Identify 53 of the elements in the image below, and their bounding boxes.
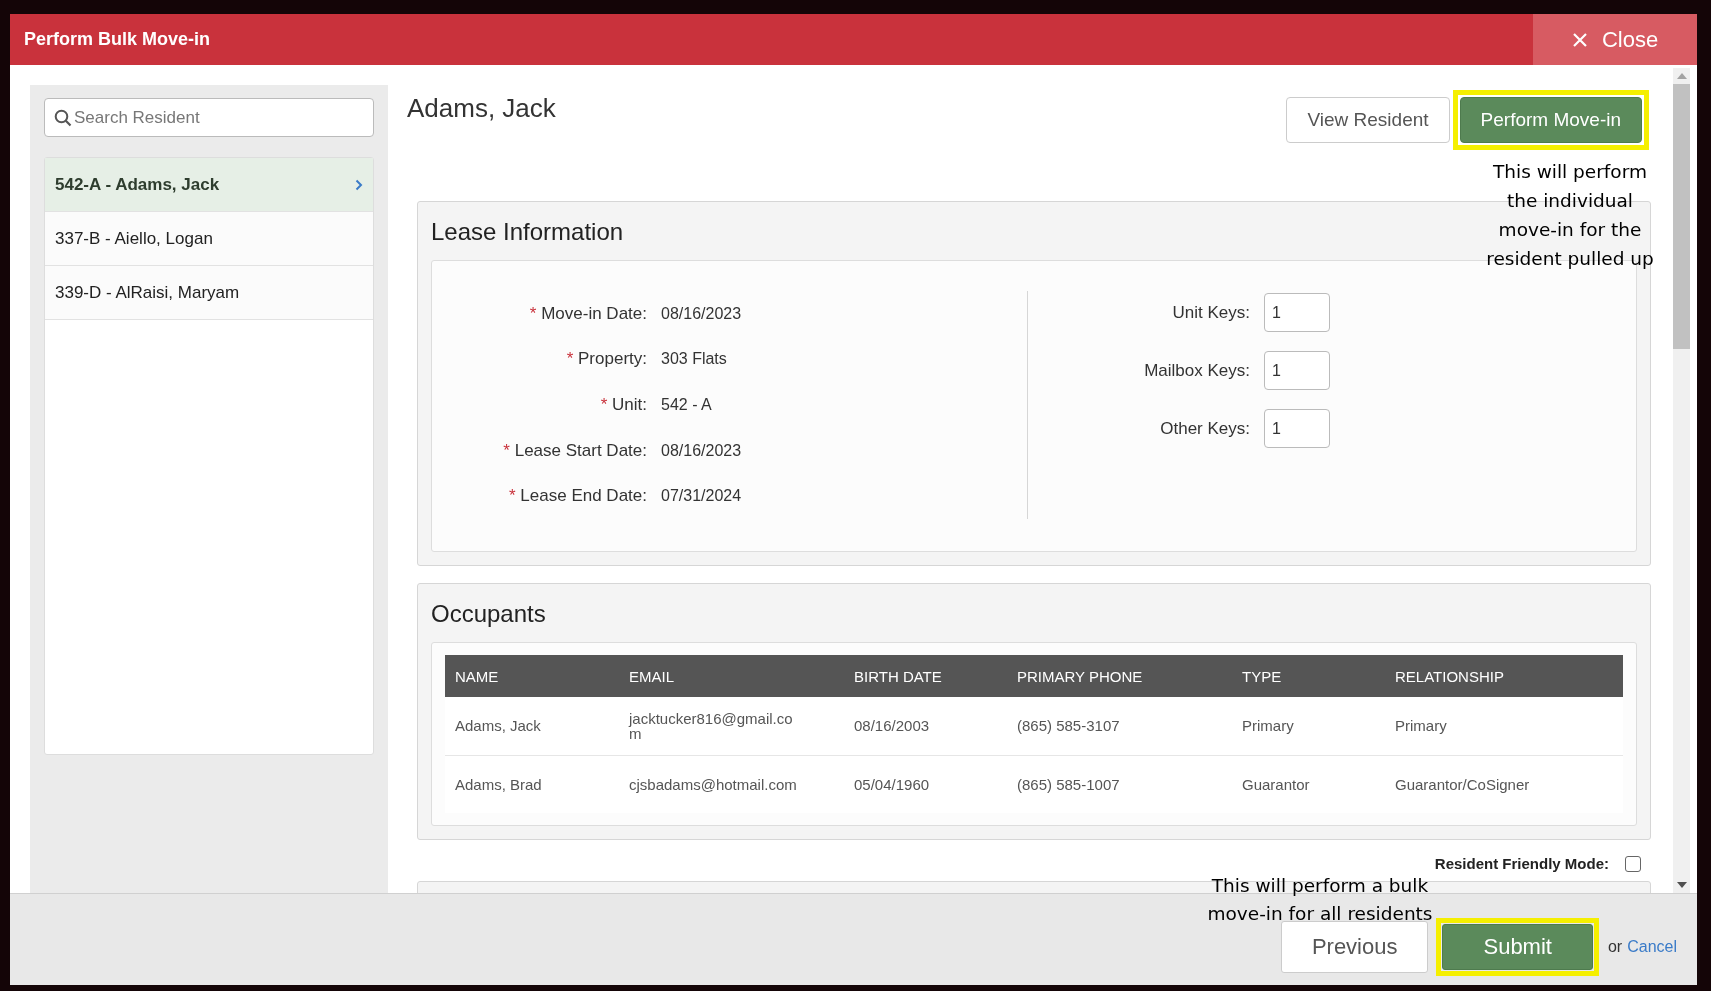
- panel-title: Lease Information: [431, 218, 624, 246]
- field-label: Unit Keys:: [1171, 302, 1250, 323]
- field-label: * Move-in Date:: [528, 303, 647, 324]
- action-button[interactable]: Perform Move-in: [1459, 97, 1642, 143]
- checkbox-label: Resident Friendly Mode:: [1434, 855, 1609, 872]
- field-label: * Lease Start Date:: [502, 440, 647, 461]
- scrollbar[interactable]: [1673, 68, 1690, 893]
- column-header: PRIMARY PHONE: [1007, 655, 1232, 697]
- action-button[interactable]: View Resident: [1286, 97, 1450, 143]
- or-text: or: [1607, 937, 1623, 956]
- footer-button[interactable]: Submit: [1442, 923, 1593, 970]
- modal-title: Perform Bulk Move-in: [24, 29, 211, 50]
- column-header: NAME: [445, 655, 619, 697]
- input-field[interactable]: 1: [1264, 351, 1330, 390]
- footer-button[interactable]: Previous: [1280, 920, 1429, 973]
- scroll-up-icon[interactable]: [1676, 73, 1687, 79]
- resident-item[interactable]: 339-D - AlRaisi, Maryam: [45, 266, 373, 320]
- column-header: EMAIL: [619, 655, 844, 697]
- column-header: BIRTH DATE: [844, 655, 1007, 697]
- scroll-thumb[interactable]: [1673, 84, 1690, 349]
- table-cell: Adams, Jack: [445, 697, 619, 755]
- checkbox[interactable]: [1625, 855, 1641, 872]
- field-label: Other Keys:: [1159, 418, 1250, 439]
- field-value: 07/31/2024: [661, 487, 742, 506]
- field-value: 08/16/2023: [661, 304, 742, 323]
- close-icon: [1571, 31, 1588, 48]
- chevron-icon: [355, 178, 363, 191]
- annotation-note: This will perform the individual move-in for the resident pulled up: [1485, 160, 1655, 271]
- table-cell: jacktucker816@gmail.com: [619, 697, 844, 755]
- search-icon: [54, 109, 72, 127]
- resident-item[interactable]: 337-B - Aiello, Logan: [45, 212, 373, 266]
- field-label: Mailbox Keys:: [1143, 360, 1250, 381]
- panel-title: Occupants: [431, 600, 546, 628]
- table-cell: Primary: [1232, 697, 1385, 755]
- field-label: * Property:: [565, 349, 647, 370]
- field-value: 542 - A: [661, 396, 712, 414]
- table-cell: 08/16/2003: [844, 697, 1007, 755]
- table-cell: (865) 585-3107: [1007, 697, 1232, 755]
- field-label: * Unit:: [599, 395, 647, 415]
- close-button[interactable]: Close: [1533, 14, 1697, 65]
- search-field[interactable]: Search Resident: [44, 98, 374, 137]
- column-header: RELATIONSHIP: [1385, 655, 1623, 697]
- cancel-link[interactable]: Cancel: [1627, 937, 1677, 956]
- resident-item[interactable]: 542-A - Adams, Jack: [45, 158, 373, 212]
- input-field[interactable]: 1: [1264, 293, 1330, 332]
- resident-name: Adams, Jack: [407, 93, 556, 124]
- field-value: 303 Flats: [661, 350, 727, 369]
- field-value: 08/16/2023: [661, 441, 742, 460]
- column-header: TYPE: [1232, 655, 1385, 697]
- input-field[interactable]: 1: [1264, 409, 1330, 448]
- field-label: * Lease End Date:: [508, 486, 647, 507]
- scroll-down-icon[interactable]: [1676, 882, 1687, 888]
- table-cell: Primary: [1385, 697, 1623, 755]
